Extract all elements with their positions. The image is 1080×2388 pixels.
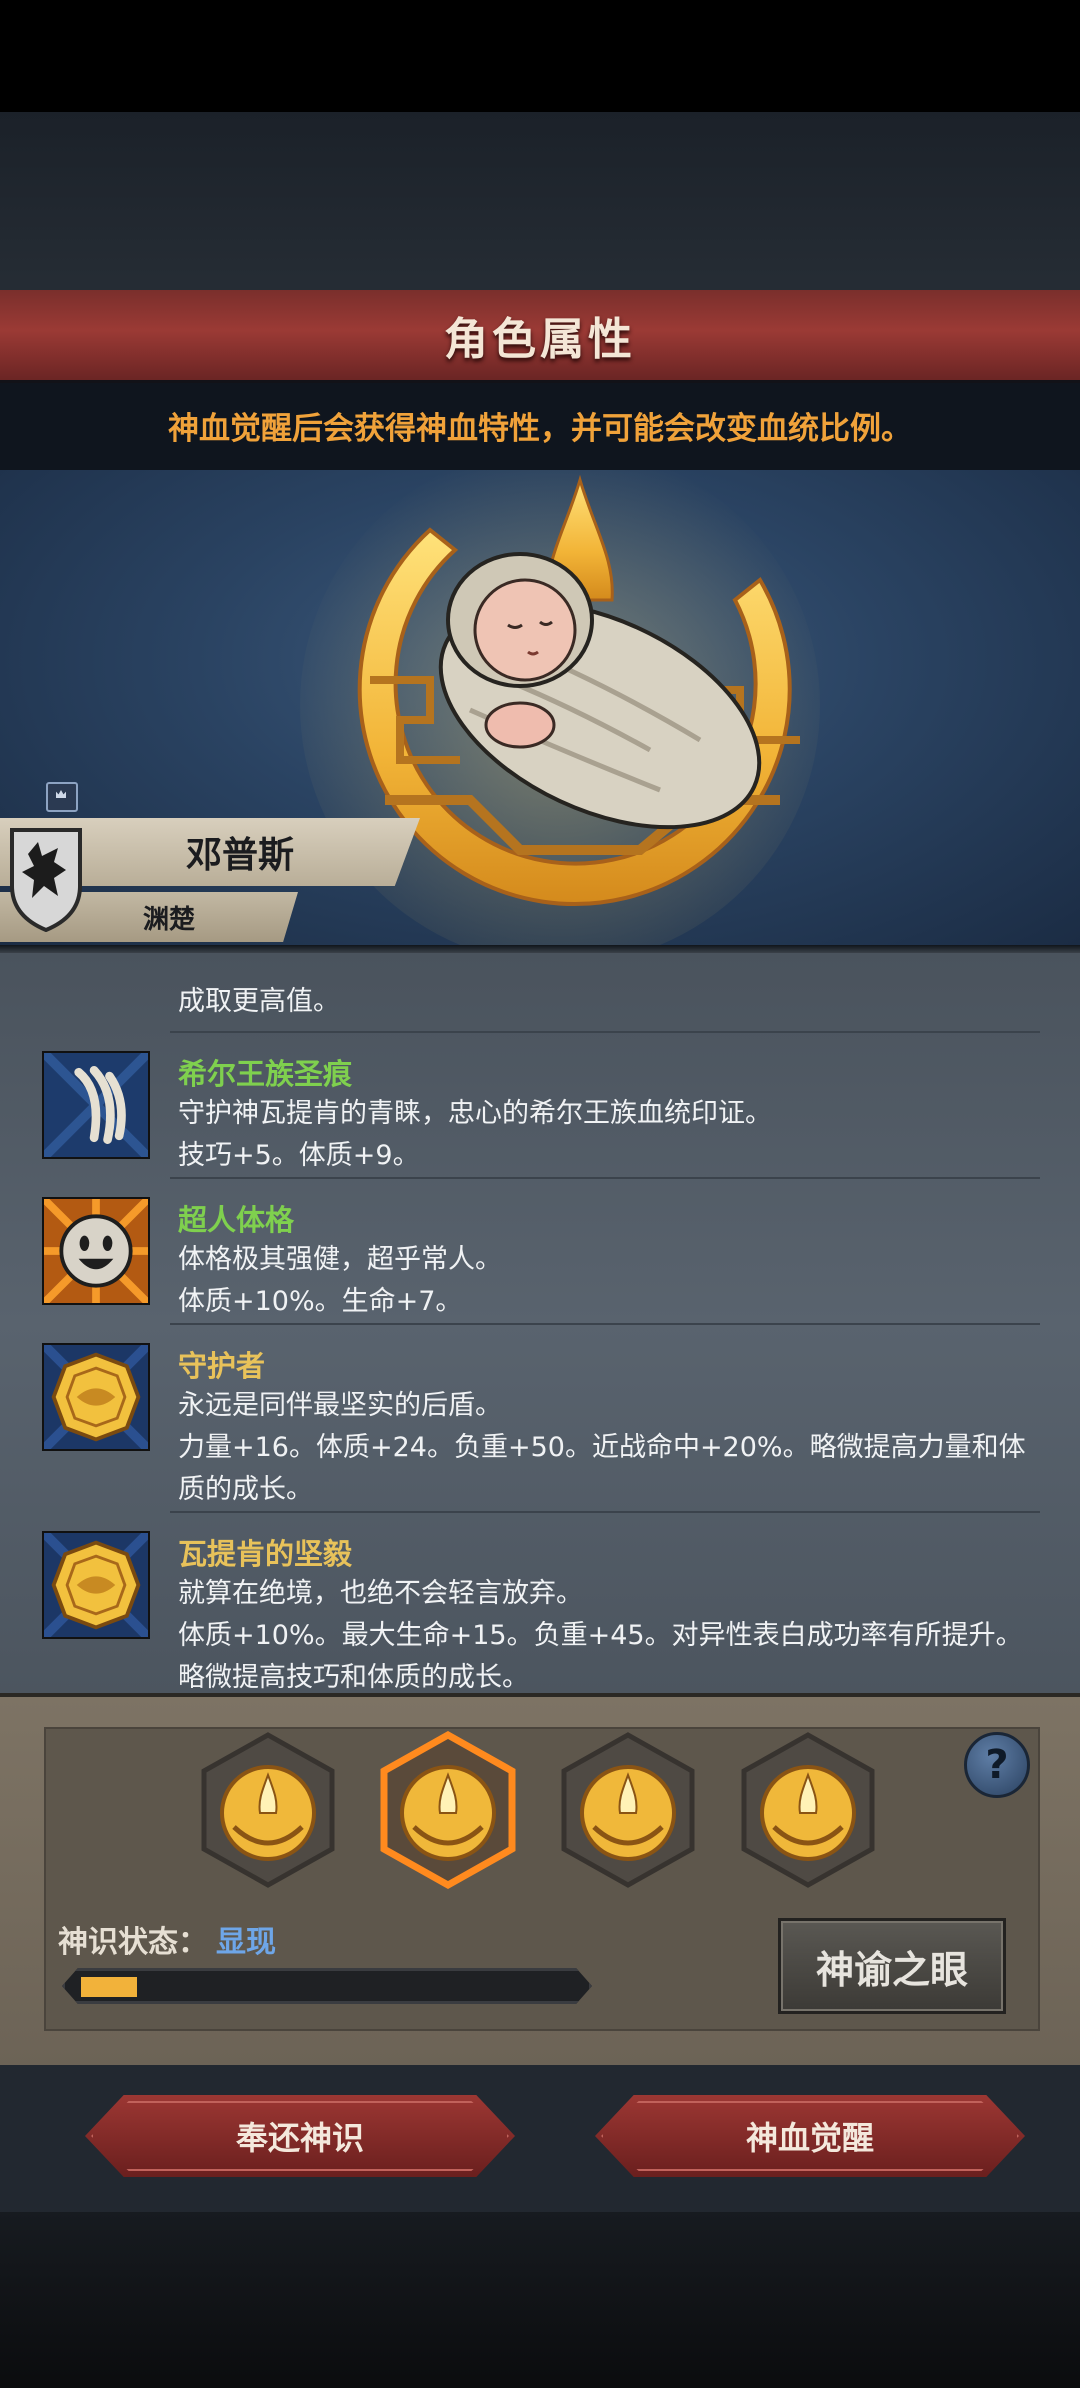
smiley-face-icon	[42, 1197, 150, 1305]
return-divine-label: 奉还神识	[235, 2119, 364, 2157]
divine-state-label: 神识状态：	[58, 1925, 208, 1960]
trait-description-line: 就算在绝境，也绝不会轻言放弃。	[178, 1578, 583, 1609]
trait-description-line: 体质+10%。生命+7。	[178, 1286, 463, 1317]
trait-name: 希尔王族圣痕	[178, 1057, 353, 1091]
claw-mark-icon	[42, 1051, 150, 1159]
oracle-eye-button[interactable]: 神谕之眼	[778, 1918, 1006, 2014]
subtitle-text: 神血觉醒后会获得神血特性，并可能会改变血统比例。	[168, 410, 912, 447]
oracle-eye-label: 神谕之眼	[815, 1947, 968, 1992]
awakening-slot-2-selected[interactable]	[378, 1731, 518, 1889]
trait-list[interactable]: 成取更高值。 希尔王族圣痕 守护神瓦提肯的青睐，忠心的希尔王族血统印证。 技巧+…	[0, 953, 1080, 1693]
trait-name: 守护者	[178, 1349, 266, 1383]
divine-progress-fill	[81, 1977, 137, 1997]
trait-divider	[170, 1323, 1040, 1325]
trait-description-line: 永远是同伴最坚实的后盾。	[178, 1390, 502, 1421]
blood-awaken-label: 神血觉醒	[745, 2119, 874, 2157]
trait-name: 瓦提肯的坚毅	[178, 1537, 353, 1571]
awakening-slot-4[interactable]	[738, 1731, 878, 1889]
trait-description-line: 质的成长。	[178, 1474, 313, 1505]
trait-name: 超人体格	[178, 1203, 295, 1237]
character-name: 邓普斯	[185, 835, 294, 876]
awakening-slot-1[interactable]	[198, 1731, 338, 1889]
trait-description-line: 力量+16。体质+24。负重+50。近战命中+20%。略微提高力量和体	[178, 1432, 1026, 1463]
trait-description-line: 体质+10%。最大生命+15。负重+45。对异性表白成功率有所提升。	[178, 1620, 1023, 1651]
return-divine-button[interactable]: 奉还神识	[85, 2095, 515, 2177]
trait-description-line: 技巧+5。体质+9。	[178, 1140, 420, 1171]
title-bar: 角色属性	[0, 290, 1080, 383]
divine-state-value: 显现	[216, 1925, 276, 1960]
trait-divider	[170, 1031, 1040, 1033]
trait-description-line: 略微提高技巧和体质的成长。	[178, 1662, 529, 1693]
question-icon: ?	[985, 1742, 1009, 1788]
blood-awaken-button[interactable]: 神血觉醒	[595, 2095, 1025, 2177]
golden-emblem-icon	[42, 1343, 150, 1451]
page-title: 角色属性	[444, 314, 636, 365]
bottom-background	[0, 2212, 1080, 2388]
hero-divider	[0, 945, 1080, 953]
subtitle-bar: 神血觉醒后会获得神血特性，并可能会改变血统比例。	[0, 380, 1080, 470]
status-bar	[0, 0, 1080, 112]
awakening-slot-3[interactable]	[558, 1731, 698, 1889]
trait-description-line: 体格极其强健，超乎常人。	[178, 1244, 502, 1275]
rank-crown-icon	[46, 782, 78, 812]
trait-divider	[170, 1511, 1040, 1513]
divine-progress-bar	[62, 1968, 592, 2004]
help-button[interactable]: ?	[964, 1732, 1030, 1798]
golden-emblem-icon	[42, 1531, 150, 1639]
wolf-shield-icon	[10, 828, 82, 932]
trait-divider	[170, 1177, 1040, 1179]
faction-name: 渊楚	[142, 904, 195, 935]
trait-description-line: 成取更高值。	[178, 986, 340, 1017]
trait-description-line: 守护神瓦提肯的青睐，忠心的希尔王族血统印证。	[178, 1098, 772, 1129]
